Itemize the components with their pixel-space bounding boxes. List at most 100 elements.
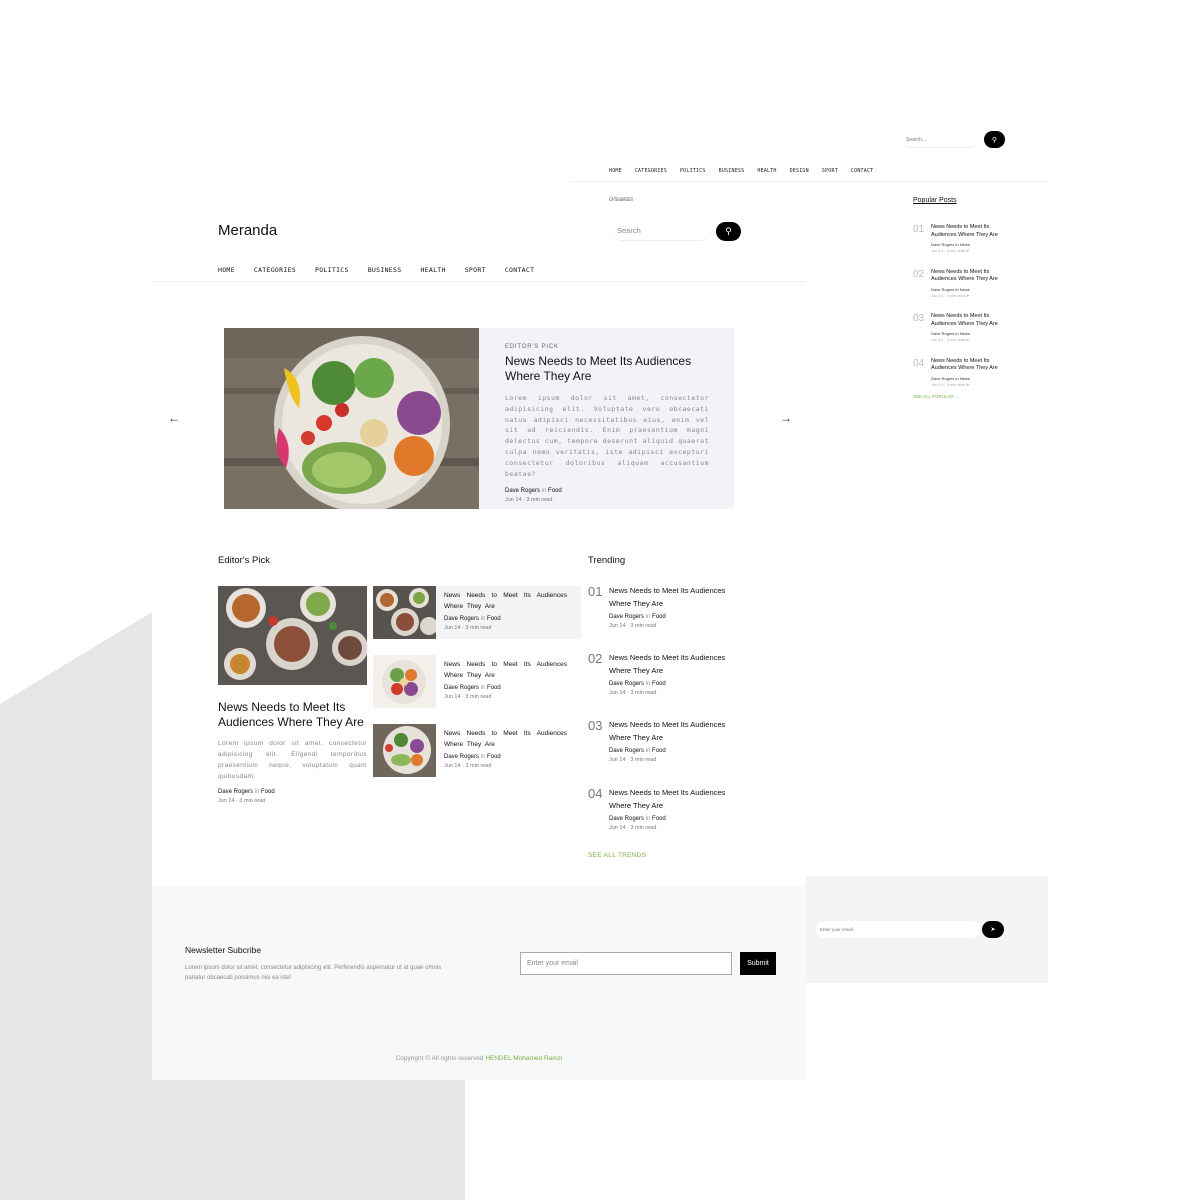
category[interactable]: News: [960, 242, 970, 247]
category[interactable]: Food: [652, 681, 666, 687]
mini-search-button[interactable]: ⚲: [984, 131, 1005, 148]
category[interactable]: News: [960, 331, 970, 336]
popular-title[interactable]: News Needs to Meet Its Audiences Where T…: [931, 269, 1013, 284]
byline-in: in: [645, 681, 651, 687]
category[interactable]: Food: [652, 816, 666, 822]
mini-nav-politics[interactable]: POLITICS: [680, 168, 706, 174]
author[interactable]: Dave Rogers: [218, 789, 253, 795]
category[interactable]: Food: [487, 685, 501, 691]
byline: Dave Rogers in Food: [609, 681, 749, 687]
editors-pick-main-title[interactable]: News Needs to Meet Its Audiences Where T…: [218, 700, 368, 730]
popular-title[interactable]: News Needs to Meet Its Audiences Where T…: [931, 313, 1013, 328]
trending-item-title[interactable]: News Needs to Meet Its Audiences Where T…: [609, 718, 749, 744]
meta: Jun 14 · 3 min read: [609, 757, 657, 763]
popular-title[interactable]: News Needs to Meet Its Audiences Where T…: [931, 224, 1013, 239]
trending-item-title[interactable]: News Needs to Meet Its Audiences Where T…: [609, 584, 749, 610]
editors-pick-main-image[interactable]: [218, 586, 367, 685]
author[interactable]: Dave Rogers: [931, 376, 954, 381]
category[interactable]: Food: [261, 789, 275, 795]
mini-nav-home[interactable]: HOME: [609, 168, 622, 174]
author[interactable]: Dave Rogers: [609, 748, 644, 754]
hero-image[interactable]: [224, 328, 479, 509]
food-table-image: [218, 586, 367, 685]
editors-pick-item-title[interactable]: News Needs to Meet Its Audiences Where T…: [444, 590, 567, 612]
mini-search-input[interactable]: Search...: [902, 131, 978, 148]
newsletter-email-input[interactable]: Enter your email: [520, 952, 732, 975]
editors-pick-main-excerpt: Lorem ipsum dolor sit amet, consectetur …: [218, 740, 367, 780]
author[interactable]: Dave Rogers: [444, 754, 479, 760]
editors-pick-item[interactable]: News Needs to Meet Its Audiences Where T…: [373, 586, 581, 639]
trending-item-title[interactable]: News Needs to Meet Its Audiences Where T…: [609, 651, 749, 677]
bowl-thumb: [373, 724, 436, 777]
nav-politics[interactable]: POLITICS: [315, 266, 349, 274]
byline: Dave Rogers in Food: [444, 754, 567, 760]
mini-newsletter-submit-button[interactable]: ➤: [982, 921, 1004, 938]
see-all-trends-link[interactable]: SEE ALL TRENDS: [588, 852, 646, 859]
author[interactable]: Dave Rogers: [609, 614, 644, 620]
editors-pick-item-image[interactable]: [373, 724, 436, 777]
mini-nav-contact[interactable]: CONTACT: [851, 168, 873, 174]
popular-meta: Jun 14 · 3 min read ♥: [931, 248, 969, 253]
byline-in: in: [955, 242, 959, 247]
popular-item[interactable]: 01 News Needs to Meet Its Audiences Wher…: [913, 224, 1013, 269]
popular-item[interactable]: 02 News Needs to Meet Its Audiences Wher…: [913, 269, 1013, 314]
mini-nav-sport[interactable]: SPORT: [822, 168, 838, 174]
category[interactable]: Food: [487, 754, 501, 760]
nav-categories[interactable]: CATEGORIES: [254, 266, 296, 274]
popular-byline: Dave Rogers in News: [931, 242, 1013, 247]
author[interactable]: Dave Rogers: [505, 488, 540, 494]
nav-health[interactable]: HEALTH: [420, 266, 445, 274]
author[interactable]: Dave Rogers: [444, 685, 479, 691]
mini-nav-categories[interactable]: CATEGORIES: [635, 168, 667, 174]
see-all-popular-link[interactable]: SEE ALL POPULAR →: [913, 394, 1013, 399]
author[interactable]: Dave Rogers: [931, 287, 954, 292]
hero-title[interactable]: News Needs to Meet Its Audiences Where T…: [505, 354, 709, 384]
editors-pick-item-image[interactable]: [373, 586, 436, 639]
editors-pick-item-title[interactable]: News Needs to Meet Its Audiences Where T…: [444, 659, 567, 681]
mini-newsletter-email-input[interactable]: Enter your email: [816, 921, 980, 938]
meta: Jun 14 · 3 min read: [218, 798, 266, 804]
newsletter-title: Newsletter Subcribe: [185, 945, 262, 955]
copyright: Copyright © All rights reserved HENDEL M…: [152, 1055, 806, 1062]
byline-in: in: [480, 616, 486, 622]
byline-in: in: [645, 614, 651, 620]
nav-sport[interactable]: SPORT: [465, 266, 486, 274]
nav-contact[interactable]: CONTACT: [505, 266, 535, 274]
site-logo[interactable]: Meranda: [218, 222, 277, 239]
category[interactable]: Food: [548, 488, 562, 494]
popular-item[interactable]: 04 News Needs to Meet Its Audiences Wher…: [913, 358, 1013, 392]
copyright-author-link[interactable]: HENDEL Mohamed Ramzi: [485, 1055, 562, 1062]
author[interactable]: Dave Rogers: [609, 681, 644, 687]
category[interactable]: News: [960, 376, 970, 381]
arrow-right-icon[interactable]: →: [780, 411, 792, 425]
search-input[interactable]: Search: [612, 222, 710, 241]
author[interactable]: Dave Rogers: [931, 331, 954, 336]
author[interactable]: Dave Rogers: [931, 242, 954, 247]
editors-pick-item[interactable]: News Needs to Meet Its Audiences Where T…: [373, 724, 581, 777]
popular-byline: Dave Rogers in News: [931, 376, 1013, 381]
mini-nav-health[interactable]: HEALTH: [757, 168, 776, 174]
category[interactable]: Food: [487, 616, 501, 622]
category[interactable]: Food: [652, 748, 666, 754]
search-button[interactable]: ⚲: [716, 222, 741, 241]
mini-nav-design[interactable]: DESIGN: [790, 168, 809, 174]
popular-title[interactable]: News Needs to Meet Its Audiences Where T…: [931, 358, 1013, 373]
author[interactable]: Dave Rogers: [444, 616, 479, 622]
editors-pick-item[interactable]: News Needs to Meet Its Audiences Where T…: [373, 655, 581, 708]
byline-in: in: [955, 331, 959, 336]
editors-pick-item-title[interactable]: News Needs to Meet Its Audiences Where T…: [444, 728, 567, 750]
category[interactable]: Food: [652, 614, 666, 620]
arrow-left-icon[interactable]: ←: [168, 411, 180, 425]
mini-nav-business[interactable]: BUSINESS: [719, 168, 745, 174]
popular-meta: Jun 14 · 3 min read ♥: [931, 381, 969, 387]
category[interactable]: News: [960, 287, 970, 292]
popular-item[interactable]: 03 News Needs to Meet Its Audiences Wher…: [913, 313, 1013, 358]
newsletter-submit-button[interactable]: Submit: [740, 952, 776, 975]
nav-home[interactable]: HOME: [218, 266, 235, 274]
author[interactable]: Dave Rogers: [609, 816, 644, 822]
mini-divider: [570, 181, 1048, 182]
byline-in: in: [645, 748, 651, 754]
editors-pick-item-image[interactable]: [373, 655, 436, 708]
trending-item-title[interactable]: News Needs to Meet Its Audiences Where T…: [609, 786, 749, 812]
nav-business[interactable]: BUSINESS: [368, 266, 402, 274]
